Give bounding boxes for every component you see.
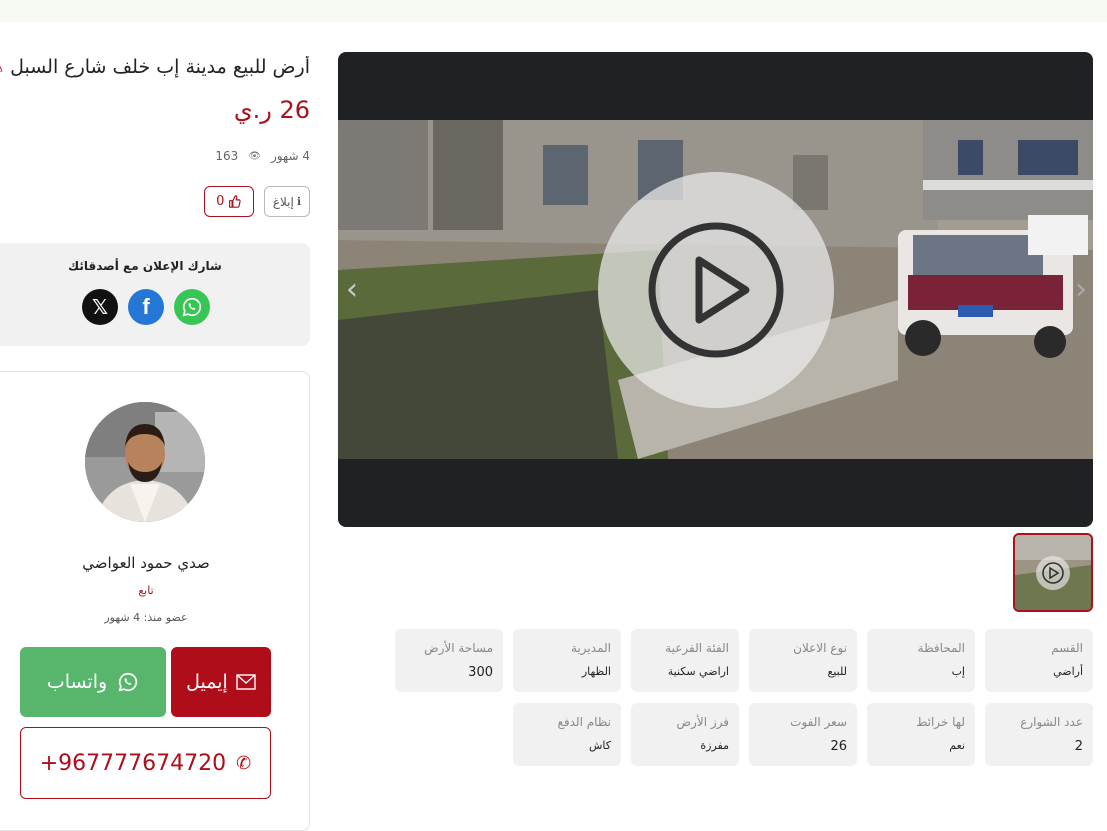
whatsapp-share-button[interactable] xyxy=(174,289,210,325)
chevron-right-icon[interactable]: › xyxy=(1075,272,1087,307)
phone-contact-button[interactable]: +967777674720 ✆ xyxy=(20,727,271,799)
eye-icon: 👁 xyxy=(248,150,261,162)
play-button[interactable] xyxy=(598,172,834,408)
listing-age: 4 شهور xyxy=(270,149,310,163)
video-player[interactable]: ‹ › xyxy=(338,52,1093,527)
spec-category: القسم أراضي xyxy=(985,629,1093,692)
media-thumbnail[interactable] xyxy=(1013,533,1093,612)
spec-foot-price: سعر الفوت 26 xyxy=(749,703,857,766)
whatsapp-icon xyxy=(118,672,138,692)
x-icon: 𝕏 xyxy=(91,295,109,319)
play-icon xyxy=(648,222,784,358)
facebook-icon: f xyxy=(142,294,150,319)
listing-title: أرض للبيع مدينة إب خلف شارع السبل✎ xyxy=(0,56,310,78)
info-icon: ℹ xyxy=(296,195,301,208)
envelope-icon xyxy=(236,674,256,690)
listing-meta: 4 شهور 👁 163 xyxy=(215,149,310,163)
whatsapp-icon xyxy=(182,297,202,317)
whatsapp-contact-button[interactable]: واتساب xyxy=(20,647,166,717)
spec-ad-type: نوع الاعلان للبيع xyxy=(749,629,857,692)
listing-price: 26 ر.ي xyxy=(233,96,310,124)
chevron-left-icon[interactable]: ‹ xyxy=(346,272,358,307)
spec-subcategory: الفئة الفرعية اراضي سكنية xyxy=(631,629,739,692)
report-button[interactable]: ℹ إبلاغ xyxy=(263,186,310,217)
facebook-share-button[interactable]: f xyxy=(128,289,164,325)
spec-district: المديرية الظهار xyxy=(513,629,621,692)
spec-streets-count: عدد الشوارع 2 xyxy=(985,703,1093,766)
spec-has-maps: لها خرائط نعم xyxy=(867,703,975,766)
member-since: عضو منذ: 4 شهور xyxy=(104,611,188,624)
spec-governorate: المحافظة إب xyxy=(867,629,975,692)
seller-name: صدي حمود العواضي xyxy=(82,554,210,572)
like-button[interactable]: 0 xyxy=(203,186,254,217)
seller-avatar[interactable] xyxy=(85,402,205,522)
email-contact-button[interactable]: إيميل xyxy=(171,647,271,717)
phone-icon: ✆ xyxy=(236,752,252,774)
edit-icon[interactable]: ✎ xyxy=(0,59,4,77)
spec-payment-system: نظام الدفع كاش xyxy=(513,703,621,766)
listing-views: 163 xyxy=(215,149,239,163)
share-box: شارك الإعلان مع أصدقائك 𝕏 f xyxy=(0,243,310,346)
follow-link[interactable]: تابع xyxy=(0,584,292,597)
thumbs-up-icon xyxy=(229,195,242,208)
x-share-button[interactable]: 𝕏 xyxy=(82,289,118,325)
top-bar xyxy=(0,0,1107,22)
spec-land-sorting: فرز الأرض مفرزة xyxy=(631,703,739,766)
share-title: شارك الإعلان مع أصدقائك xyxy=(68,259,222,273)
listing-actions: ℹ إبلاغ 0 xyxy=(203,186,310,217)
spec-land-area: مساحة الأرض 300 xyxy=(395,629,503,692)
